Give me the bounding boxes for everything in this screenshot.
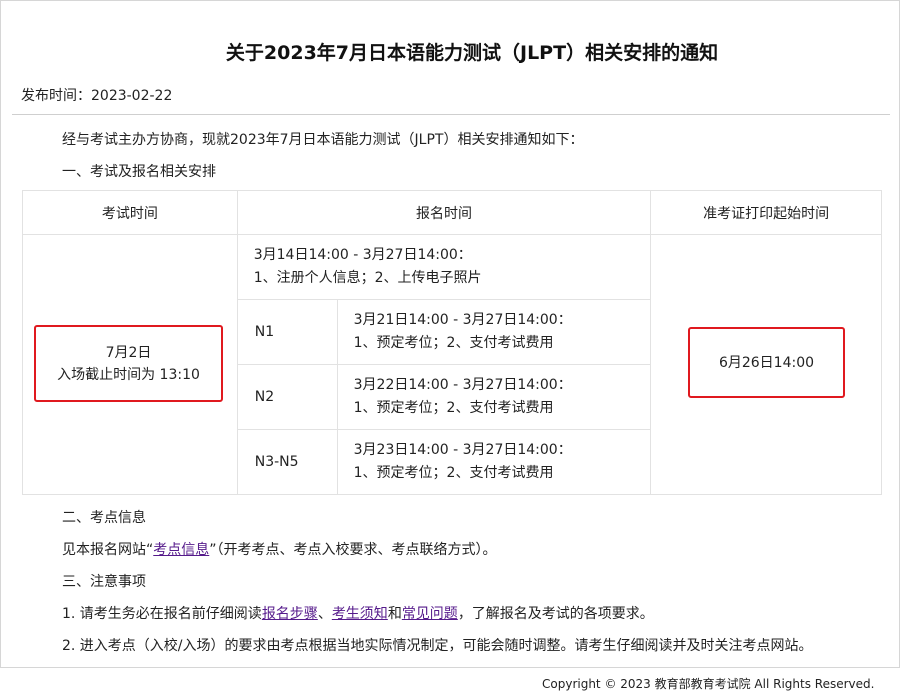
- registration-steps-link[interactable]: 报名步骤: [262, 606, 318, 622]
- registration-all-cell: 3月14日14:00 - 3月27日14:00： 1、注册个人信息；2、上传电子…: [236, 234, 652, 300]
- header-registration-time: 报名时间: [236, 190, 652, 235]
- exam-entry-deadline: 入场截止时间为 13:10: [57, 366, 200, 383]
- page-title: 关于2023年7月日本语能力测试（JLPT）相关安排的通知: [225, 42, 719, 64]
- section-heading-arrangements: 一、考试及报名相关安排: [62, 164, 216, 180]
- level-n2: N2: [236, 364, 338, 430]
- publish-date-value: 2023-02-22: [91, 88, 173, 104]
- level-n2-registration: 3月22日14:00 - 3月27日14:00： 1、预定考位；2、支付考试费用: [336, 364, 652, 430]
- divider: [12, 114, 890, 115]
- print-start-highlight: 6月26日14:00: [688, 327, 845, 398]
- level-n3-n5-registration: 3月23日14:00 - 3月27日14:00： 1、预定考位；2、支付考试费用: [336, 429, 652, 495]
- note1-text-after: ，了解报名及考试的各项要求。: [457, 606, 654, 622]
- level-time: 3月23日14:00 - 3月27日14:00：: [353, 442, 572, 458]
- exam-date-highlight: 7月2日 入场截止时间为 13:10: [34, 325, 223, 402]
- section-heading-venues: 二、考点信息: [62, 510, 146, 526]
- venue-text-after: ”（开考考点、考点入校要求、考点联络方式）。: [209, 542, 497, 558]
- note1-separator: 、: [317, 606, 332, 622]
- note-1: 1. 请考生务必在报名前仔细阅读报名步骤、考生须知和常见问题，了解报名及考试的各…: [62, 603, 654, 623]
- header-exam-time: 考试时间: [22, 190, 238, 235]
- table-row: 3月14日14:00 - 3月27日14:00： 1、注册个人信息；2、上传电子…: [22, 234, 882, 495]
- publish-label: 发布时间：: [21, 88, 91, 104]
- level-n1: N1: [236, 299, 338, 365]
- header-print-start: 准考证打印起始时间: [650, 190, 882, 235]
- venue-info-paragraph: 见本报名网站“考点信息”（开考考点、考点入校要求、考点联络方式）。: [62, 539, 497, 559]
- table-header-row: 考试时间 报名时间 准考证打印起始时间: [22, 190, 882, 235]
- registration-all-time: 3月14日14:00 - 3月27日14:00：: [253, 247, 472, 263]
- level-time: 3月21日14:00 - 3月27日14:00：: [353, 312, 572, 328]
- section-heading-notes: 三、注意事项: [62, 574, 146, 590]
- level-desc: 1、预定考位；2、支付考试费用: [353, 400, 554, 416]
- copyright: Copyright © 2023 教育部教育考试院 All Rights Res…: [542, 677, 875, 691]
- note1-text-before: 1. 请考生务必在报名前仔细阅读: [62, 606, 262, 622]
- candidate-guide-link[interactable]: 考生须知: [332, 606, 388, 622]
- venue-text-before: 见本报名网站“: [62, 542, 154, 558]
- level-desc: 1、预定考位；2、支付考试费用: [353, 465, 554, 481]
- note-2: 2. 进入考点（入校/入场）的要求由考点根据当地实际情况制定，可能会随时调整。请…: [62, 638, 813, 654]
- faq-link[interactable]: 常见问题: [402, 606, 458, 622]
- venue-info-link[interactable]: 考点信息: [153, 542, 209, 558]
- level-time: 3月22日14:00 - 3月27日14:00：: [353, 377, 572, 393]
- publish-date: 发布时间：2023-02-22: [21, 85, 172, 105]
- level-n1-registration: 3月21日14:00 - 3月27日14:00： 1、预定考位；2、支付考试费用: [336, 299, 652, 365]
- note1-and: 和: [387, 606, 402, 622]
- intro-paragraph: 经与考试主办方协商，现就2023年7月日本语能力测试（JLPT）相关安排通知如下…: [62, 132, 584, 148]
- registration-all-desc: 1、注册个人信息；2、上传电子照片: [253, 270, 482, 286]
- print-start-time: 6月26日14:00: [718, 354, 815, 371]
- exam-date: 7月2日: [105, 344, 152, 361]
- level-desc: 1、预定考位；2、支付考试费用: [353, 335, 554, 351]
- level-n3-n5: N3-N5: [236, 429, 338, 495]
